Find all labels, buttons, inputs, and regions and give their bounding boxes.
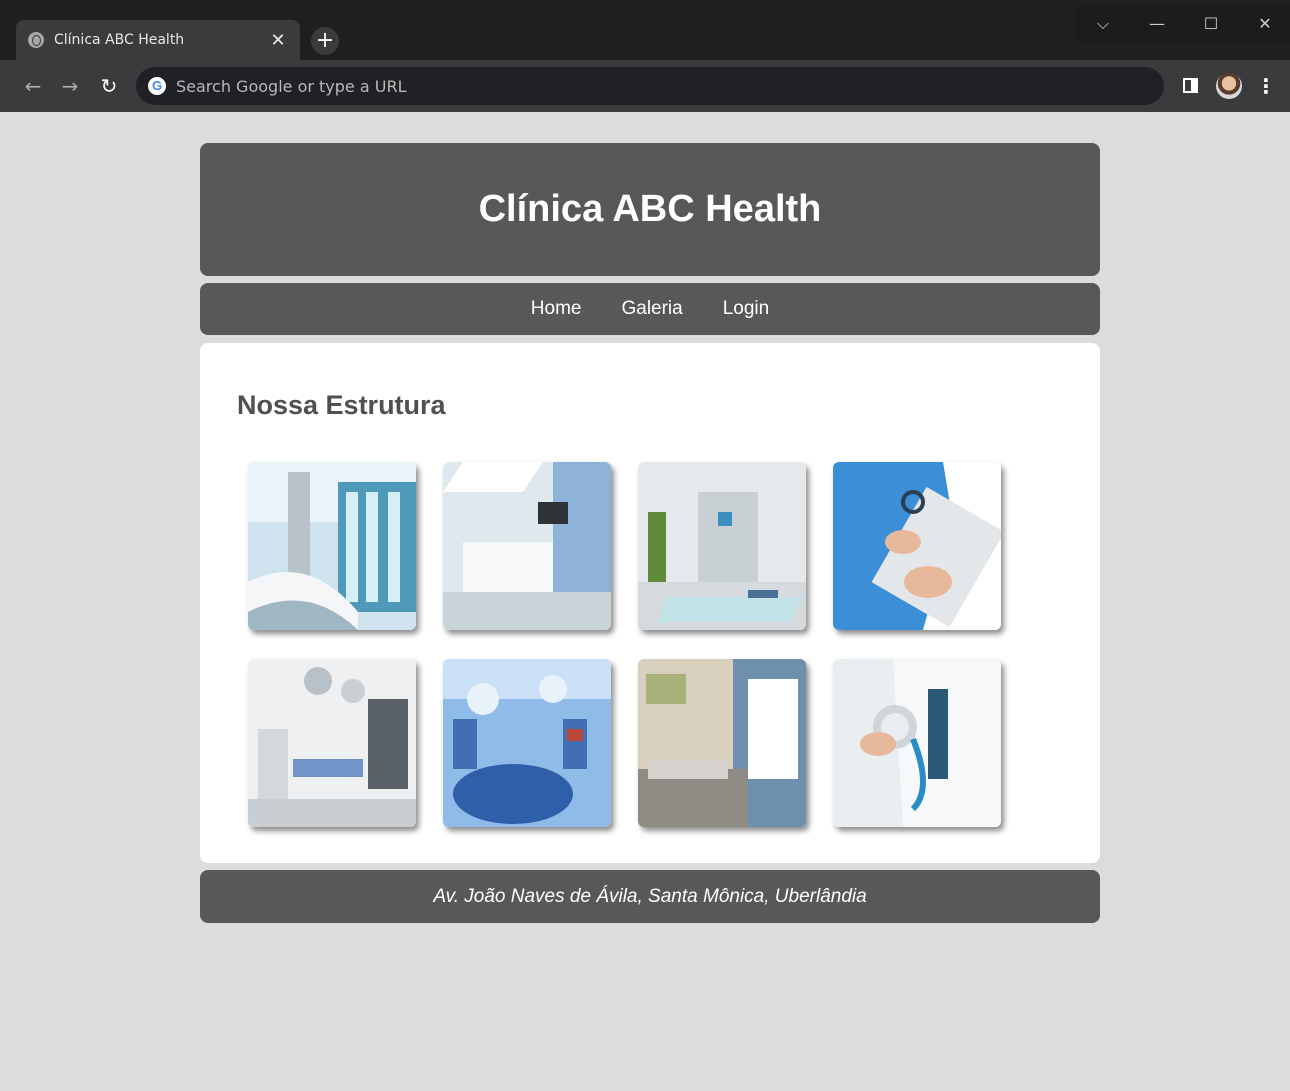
gallery-photo-waiting-room[interactable] <box>638 462 806 630</box>
side-panel-icon[interactable] <box>1183 78 1198 93</box>
profile-avatar[interactable] <box>1216 73 1242 99</box>
new-tab-button[interactable]: + <box>311 27 339 55</box>
site-footer: Av. João Naves de Ávila, Santa Mônica, U… <box>200 870 1100 923</box>
site-nav: Home Galeria Login <box>200 283 1100 335</box>
nav-link-home[interactable]: Home <box>531 298 582 320</box>
site-header: Clínica ABC Health <box>200 143 1100 276</box>
footer-address: Av. João Naves de Ávila, Santa Mônica, U… <box>433 885 867 907</box>
minimize-button[interactable]: — <box>1130 6 1184 42</box>
globe-icon <box>28 32 44 48</box>
main-content: Nossa Estrutura <box>200 343 1100 863</box>
gallery-photo-operating-room[interactable] <box>248 659 416 827</box>
gallery-photo-doctor[interactable] <box>833 659 1001 827</box>
nav-link-galeria[interactable]: Galeria <box>621 298 682 320</box>
gallery-photo-reception[interactable] <box>443 462 611 630</box>
url-input[interactable] <box>176 76 1076 96</box>
browser-tab[interactable]: Clínica ABC Health ✕ <box>16 20 300 60</box>
reload-icon[interactable]: ↻ <box>96 73 122 99</box>
google-icon: G <box>148 77 166 95</box>
back-icon[interactable]: ← <box>20 73 46 99</box>
tab-close-icon[interactable]: ✕ <box>268 30 288 51</box>
maximize-button[interactable]: ☐ <box>1184 6 1238 42</box>
site-title: Clínica ABC Health <box>478 188 822 230</box>
close-window-button[interactable]: ✕ <box>1238 6 1290 42</box>
tab-title: Clínica ABC Health <box>54 32 185 48</box>
photo-gallery <box>248 462 1001 827</box>
browser-tab-strip: Clínica ABC Health ✕ + ⌵ — ☐ ✕ <box>0 0 1290 60</box>
section-title: Nossa Estrutura <box>237 390 446 420</box>
gallery-photo-surgery[interactable] <box>443 659 611 827</box>
gallery-photo-exam-room[interactable] <box>638 659 806 827</box>
nav-link-login[interactable]: Login <box>723 298 770 320</box>
forward-icon[interactable]: → <box>57 73 83 99</box>
address-bar[interactable]: G <box>136 67 1164 105</box>
gallery-photo-nurse[interactable] <box>833 462 1001 630</box>
tab-search-icon[interactable]: ⌵ <box>1076 6 1130 42</box>
browser-menu-icon[interactable]: ⋮ <box>1256 73 1276 99</box>
gallery-photo-corridor[interactable] <box>248 462 416 630</box>
